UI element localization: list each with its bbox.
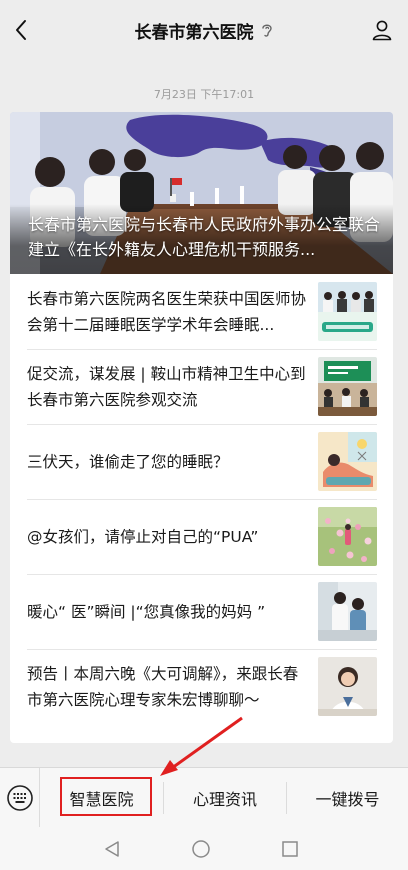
flowers-photo (318, 507, 377, 566)
top-bar: 长春市第六医院 (0, 0, 408, 60)
message-timestamp: 7月23日 下午17:01 (153, 88, 255, 101)
nav-home-button[interactable] (187, 835, 215, 863)
menu-one-click-dial[interactable]: 一键拨号 (287, 768, 408, 828)
list-item[interactable]: 预告丨本周六晚《大可调解》，来跟长春市第六医院心理专家朱宏博聊聊～ (10, 649, 393, 724)
article-title: @女孩们，请停止对自己的“PUA” (27, 527, 259, 546)
list-item[interactable]: 长春市第六医院两名医生荣获中国医师协会第十二届睡眠医学学术年会睡眠... (10, 274, 393, 349)
highlight-box (60, 777, 152, 816)
system-nav-bar (0, 827, 408, 870)
chevron-left-icon (16, 20, 26, 40)
hero-article[interactable]: 长春市第六医院与长春市人民政府外事办公室联合建立《在长外籍友人心理危机干预服务.… (10, 112, 393, 274)
list-item[interactable]: 促交流，谋发展 | 鞍山市精神卫生中心到长春市第六医院参观交流 (10, 349, 393, 424)
list-item[interactable]: @女孩们，请停止对自己的“PUA” (10, 499, 393, 574)
list-item[interactable]: 三伏天，谁偷走了您的睡眠？ (10, 424, 393, 499)
article-title: 暖心“ 医”瞬间 |“您真像我的妈妈 ” (27, 602, 266, 621)
square-recents-icon (282, 841, 298, 857)
ear-icon (261, 24, 272, 37)
hero-title: 长春市第六医院与长春市人民政府外事办公室联合建立《在长外籍友人心理危机干预服务.… (28, 215, 381, 259)
keyboard-toggle-button[interactable] (0, 768, 40, 828)
user-icon (372, 20, 392, 41)
award-photo (318, 282, 377, 341)
profile-button[interactable] (366, 14, 398, 46)
article-title: 长春市第六医院两名医生荣获中国医师协会第十二届睡眠医学学术年会睡眠... (27, 289, 307, 334)
doctor-photo (318, 657, 377, 716)
visit-photo (318, 357, 377, 416)
nav-recents-button[interactable] (276, 835, 304, 863)
nurse-photo (318, 582, 377, 641)
page-title: 长春市第六医院 (134, 22, 254, 43)
circle-home-icon (192, 840, 210, 858)
title-area: 长春市第六医院 (60, 0, 348, 60)
triangle-back-icon (105, 841, 119, 857)
keyboard-icon (6, 785, 33, 811)
article-card: 长春市第六医院与长春市人民政府外事办公室联合建立《在长外籍友人心理危机干预服务.… (10, 112, 393, 743)
article-title: 促交流，谋发展 | 鞍山市精神卫生中心到长春市第六医院参观交流 (27, 364, 306, 409)
nav-back-button[interactable] (98, 835, 126, 863)
menu-psychology-news[interactable]: 心理资讯 (164, 768, 286, 828)
sleep-illustration (318, 432, 377, 491)
article-list: 长春市第六医院两名医生荣获中国医师协会第十二届睡眠医学学术年会睡眠... 促交流… (10, 274, 393, 724)
list-item[interactable]: 暖心“ 医”瞬间 |“您真像我的妈妈 ” (10, 574, 393, 649)
article-title: 三伏天，谁偷走了您的睡眠？ (27, 452, 229, 471)
article-title: 预告丨本周六晚《大可调解》，来跟长春市第六医院心理专家朱宏博聊聊～ (27, 664, 299, 709)
back-button[interactable] (4, 12, 38, 48)
